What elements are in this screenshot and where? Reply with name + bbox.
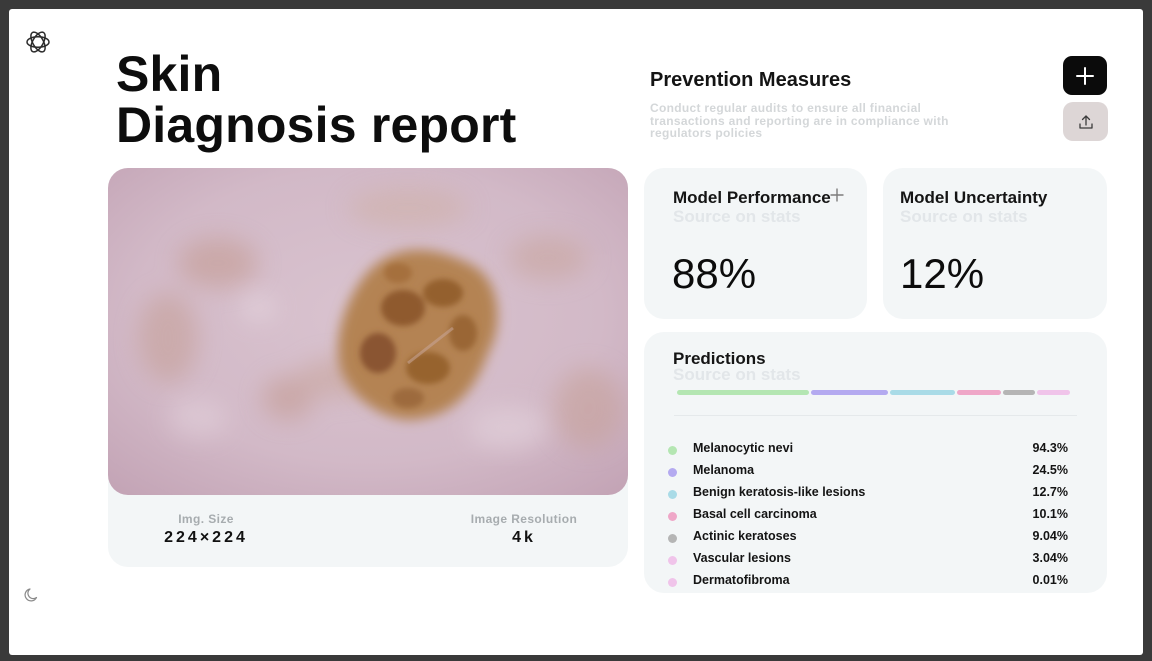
upload-button[interactable] (1063, 102, 1108, 141)
prediction-name: Vascular lesions (693, 551, 791, 565)
prediction-value: 9.04% (1032, 529, 1068, 543)
distribution-segment-basal-cell (957, 390, 1001, 395)
predictions-divider (674, 415, 1077, 416)
plus-icon[interactable] (830, 188, 844, 202)
upload-icon (1078, 114, 1093, 129)
page-title-line1: Skin (116, 46, 223, 102)
distribution-segment-benign-keratosis (890, 390, 955, 395)
prediction-value: 0.01% (1032, 573, 1068, 587)
prediction-row: Melanocytic nevi 94.3% (668, 440, 1068, 462)
prediction-row: Benign keratosis-like lesions 12.7% (668, 484, 1068, 506)
image-card: Img. Size 224×224 Image Resolution 4k (108, 168, 628, 567)
prediction-row: Melanoma 24.5% (668, 462, 1068, 484)
prediction-value: 12.7% (1032, 485, 1068, 499)
prediction-value: 10.1% (1032, 507, 1068, 521)
legend-dot (668, 446, 677, 455)
img-size-value: 224×224 (164, 529, 248, 546)
moon-icon[interactable] (24, 587, 40, 603)
openai-logo-icon[interactable] (23, 29, 53, 55)
page-title: Skin Diagnosis report (116, 49, 517, 151)
img-size-stat: Img. Size 224×224 (156, 512, 256, 547)
model-uncertainty-title: Model Uncertainty (900, 188, 1048, 207)
distribution-segment-melanocytic-nevi (677, 390, 809, 395)
legend-dot (668, 512, 677, 521)
prediction-name: Melanoma (693, 463, 755, 477)
img-size-label: Img. Size (178, 512, 234, 526)
distribution-segment-vascular (1037, 390, 1070, 395)
predictions-distribution-bar (677, 390, 1070, 395)
prediction-value: 24.5% (1032, 463, 1068, 477)
model-uncertainty-card: Model Uncertainty Source on stats 12% (883, 168, 1107, 319)
prediction-name: Melanocytic nevi (693, 441, 794, 455)
predictions-subtitle: Source on stats (673, 365, 801, 384)
app-window: Skin Diagnosis report Img. Size 224×224 … (9, 9, 1143, 655)
legend-dot (668, 468, 677, 477)
add-button[interactable] (1063, 56, 1107, 95)
lesion-image (108, 168, 628, 495)
model-performance-value: 88% (672, 250, 757, 297)
prediction-row: Dermatofibroma 0.01% (668, 572, 1068, 594)
prediction-row: Vascular lesions 3.04% (668, 550, 1068, 572)
model-uncertainty-subtitle: Source on stats (900, 207, 1028, 226)
prevention-description: Conduct regular audits to ensure all fin… (650, 101, 949, 140)
legend-dot (668, 556, 677, 565)
prediction-value: 94.3% (1032, 441, 1068, 455)
prediction-name: Basal cell carcinoma (693, 507, 817, 521)
legend-dot (668, 490, 677, 499)
prediction-row: Actinic keratoses 9.04% (668, 528, 1068, 550)
distribution-segment-actinic-keratoses (1003, 390, 1035, 395)
image-resolution-value: 4k (512, 529, 536, 546)
prediction-name: Benign keratosis-like lesions (693, 485, 866, 499)
prediction-value: 3.04% (1032, 551, 1068, 565)
model-performance-title: Model Performance (673, 188, 831, 207)
plus-icon (1076, 66, 1094, 85)
model-uncertainty-value: 12% (900, 250, 985, 297)
distribution-segment-melanoma (811, 390, 888, 395)
page-title-line2: Diagnosis report (116, 97, 517, 153)
legend-dot (668, 534, 677, 543)
image-resolution-label: Image Resolution (470, 512, 578, 526)
image-resolution-stat: Image Resolution 4k (468, 512, 580, 547)
predictions-card: Predictions Source on stats Melanocytic … (644, 332, 1107, 593)
prediction-row: Basal cell carcinoma 10.1% (668, 506, 1068, 528)
model-performance-card: Model Performance Source on stats 88% (644, 168, 867, 319)
legend-dot (668, 578, 677, 587)
prediction-name: Dermatofibroma (693, 573, 790, 587)
model-performance-subtitle: Source on stats (673, 207, 801, 226)
prediction-name: Actinic keratoses (693, 529, 797, 543)
prevention-title: Prevention Measures (650, 69, 852, 91)
